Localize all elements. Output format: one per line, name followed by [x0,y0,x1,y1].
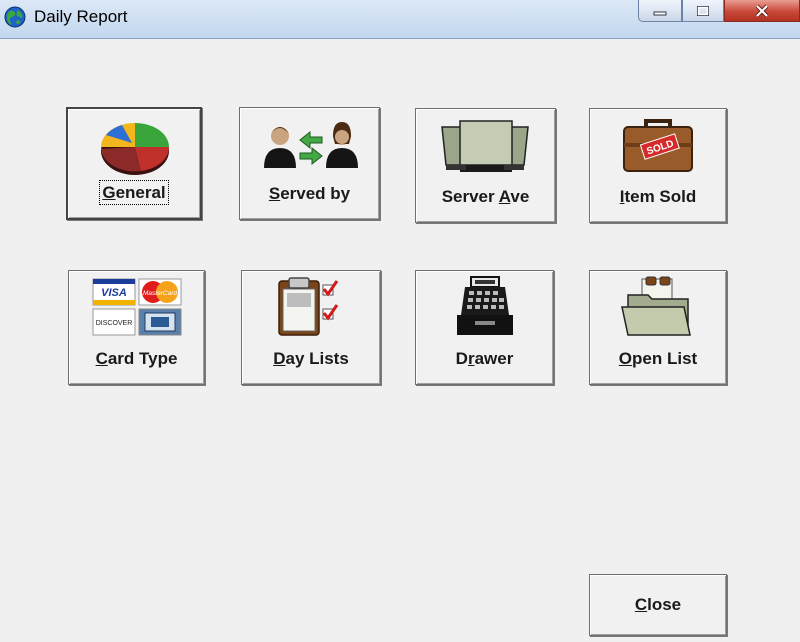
title-bar[interactable]: Daily Report [0,0,800,39]
served-by-label: Served by [268,184,351,203]
maximize-button[interactable] [682,0,724,22]
pie-chart-icon [101,123,170,175]
card-type-label: Card Type [95,349,178,368]
minimize-button[interactable] [638,0,682,22]
server-ave-button[interactable]: Server Ave [415,108,556,223]
item-sold-label: Item Sold [619,187,697,206]
credit-cards-icon: VISA MasterCard DISCOVER [92,278,181,336]
clipboard-checklist-icon [278,277,339,336]
open-folder-icon [621,276,691,336]
day-lists-button[interactable]: Day Lists [241,270,381,385]
discover-text: DISCOVER [95,320,132,327]
general-label: General [99,180,169,205]
drawer-button[interactable]: Drawer [415,270,554,385]
visa-text: VISA [101,287,127,299]
server-ave-label: Server Ave [441,187,530,206]
server-exchange-icon [263,122,358,168]
item-sold-button[interactable]: SOLD Item Sold [589,108,727,223]
mastercard-text: MasterCard [143,290,177,297]
open-list-label: Open List [618,349,698,368]
window-title: Daily Report [34,7,128,26]
close-button[interactable]: Close [589,574,727,636]
globe-icon [4,6,26,28]
general-button[interactable]: General [66,107,202,220]
sold-suitcase-icon: SOLD [623,119,693,172]
day-lists-label: Day Lists [273,349,349,368]
drawer-label: Drawer [455,349,514,368]
card-type-button[interactable]: VISA MasterCard DISCOVER Card Type [68,270,205,385]
served-by-button[interactable]: Served by [239,107,380,220]
open-list-button[interactable]: Open List [589,270,727,385]
stack-trays-icon [440,120,529,172]
close-window-button[interactable] [724,0,800,22]
cash-register-icon [456,276,513,335]
minimize-icon [653,11,667,15]
close-label: Close [634,595,682,614]
close-icon [755,4,769,17]
maximize-icon [697,5,709,16]
